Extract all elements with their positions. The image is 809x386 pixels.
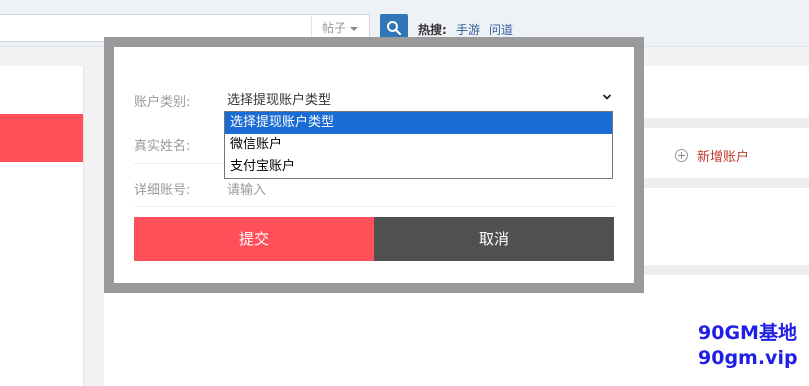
caret-down-icon <box>350 26 359 31</box>
hot-link-wendao[interactable]: 问道 <box>489 21 513 38</box>
account-type-select[interactable]: 选择提现账户类型 <box>227 89 612 109</box>
account-type-dropdown: 选择提现账户类型 微信账户 支付宝账户 <box>224 111 613 179</box>
account-number-label: 详细账号: <box>134 183 191 198</box>
add-account-button[interactable]: 新增账户 <box>675 146 749 165</box>
search-type-label: 帖子 <box>322 21 347 35</box>
search-icon <box>387 21 402 36</box>
submit-button[interactable]: 提交 <box>134 217 374 261</box>
dropdown-option[interactable]: 支付宝账户 <box>225 156 612 178</box>
watermark-line2: 90gm.vip <box>698 347 798 369</box>
account-type-selected: 选择提现账户类型 <box>227 93 332 108</box>
dropdown-option[interactable]: 选择提现账户类型 <box>225 112 612 134</box>
divider <box>644 178 809 188</box>
withdraw-account-modal: 账户类别: 选择提现账户类型 真实姓名: 详细账号: 请输入 提交 取消 选择提… <box>104 37 644 293</box>
modal-body: 账户类别: 选择提现账户类型 真实姓名: 详细账号: 请输入 提交 取消 选择提… <box>114 47 634 283</box>
hot-search-label: 热搜: <box>418 23 447 37</box>
left-sidebar-active-item[interactable] <box>0 114 83 162</box>
dropdown-option[interactable]: 微信账户 <box>225 134 612 156</box>
account-number-input[interactable]: 请输入 <box>227 179 266 198</box>
chevron-down-icon <box>602 94 612 100</box>
plus-circle-icon <box>675 149 688 162</box>
watermark-line1: 90GM基地 <box>698 322 797 344</box>
divider <box>644 118 809 128</box>
cancel-button[interactable]: 取消 <box>374 217 614 261</box>
add-account-label: 新增账户 <box>697 150 750 165</box>
account-type-label: 账户类别: <box>134 95 191 110</box>
hot-link-mobile-games[interactable]: 手游 <box>456 21 480 38</box>
real-name-label: 真实姓名: <box>134 139 191 154</box>
divider <box>134 206 614 207</box>
divider <box>644 265 809 275</box>
